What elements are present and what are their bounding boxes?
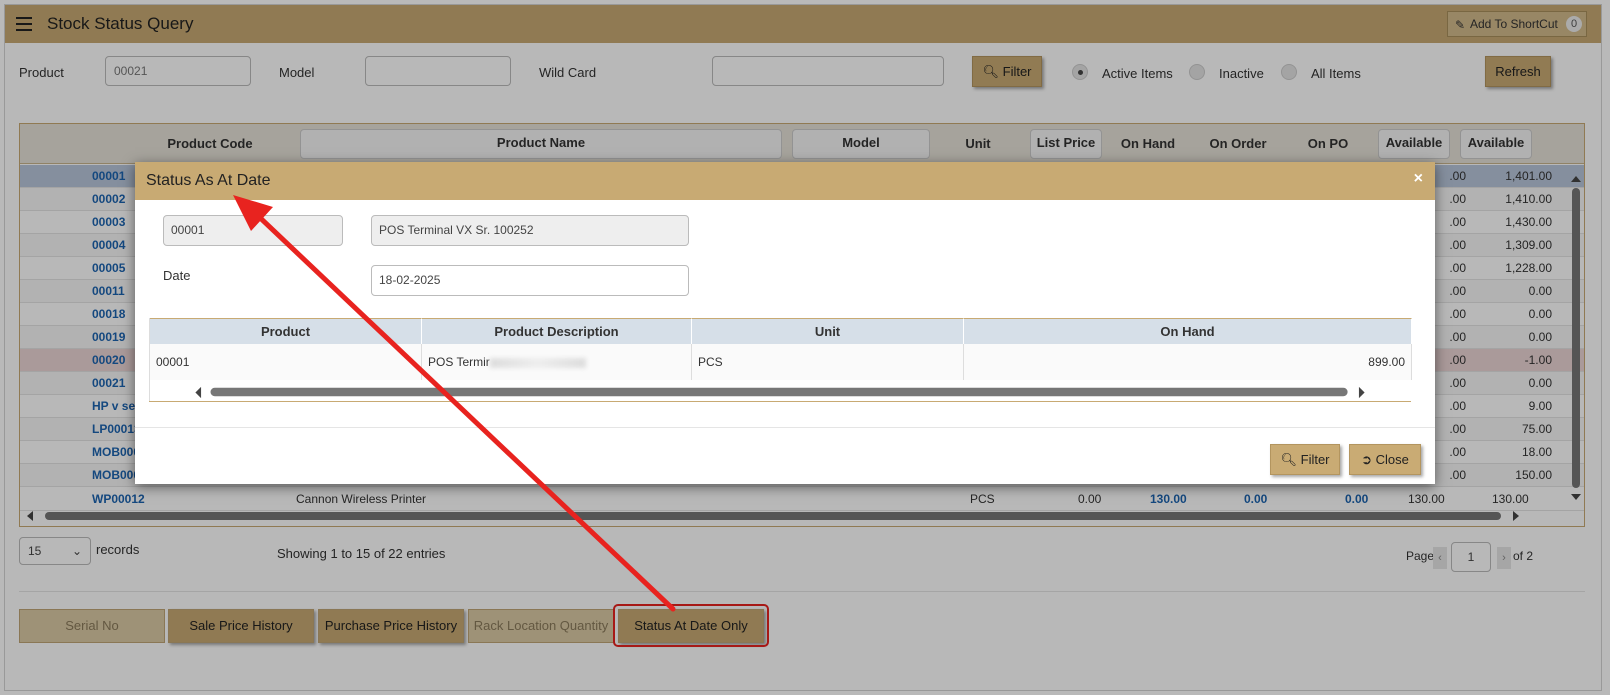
annotation-arrow bbox=[233, 195, 676, 612]
app-window: Stock Status Query ✎ Add To ShortCut 0 P… bbox=[4, 4, 1602, 691]
